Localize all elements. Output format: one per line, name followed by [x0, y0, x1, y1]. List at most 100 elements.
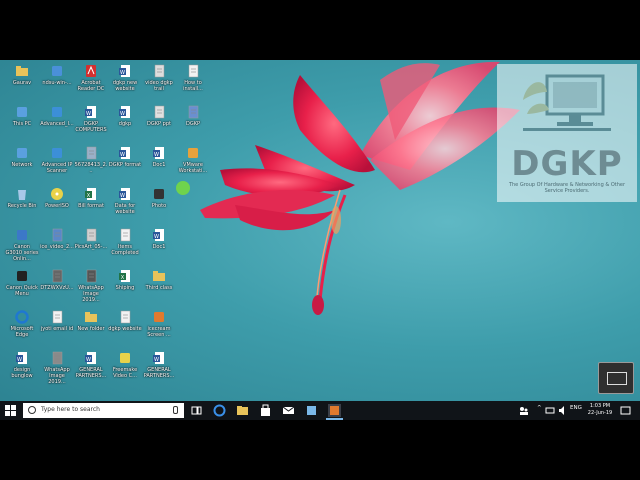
desktop-icon[interactable]: video dgkp trail	[142, 64, 176, 104]
computer-icon	[17, 107, 27, 117]
image-file-icon	[52, 269, 63, 283]
app-taskbar-icon[interactable]	[305, 404, 318, 417]
volume-icon[interactable]	[557, 404, 570, 417]
desktop-icon[interactable]: Recycle Bin	[5, 187, 39, 227]
desktop-icon-label: GENERAL PARTNERS...	[143, 367, 175, 379]
desktop-icon-label: VMware Workstati...	[178, 162, 208, 174]
desktop-icon-label: Microsoft Edge	[10, 326, 34, 338]
desktop-icon[interactable]: Advanced IP Scanner	[40, 146, 74, 186]
desktop-icon[interactable]: Network	[5, 146, 39, 186]
word-doc-icon: W	[153, 147, 164, 159]
network-app-icon	[52, 66, 62, 76]
desktop-icon[interactable]: Photo	[142, 187, 176, 227]
desktop-icon-label: jyoti email id	[40, 326, 74, 332]
language-indicator[interactable]: ENG	[570, 405, 582, 411]
desktop-icon[interactable]: PowerISO	[40, 187, 74, 227]
desktop-icon-label: Recycle Bin	[7, 203, 37, 209]
desktop-icon[interactable]: Canon G3010 series Onlin...	[5, 228, 39, 268]
svg-text:W: W	[120, 152, 125, 158]
edge-taskbar-icon[interactable]	[213, 404, 226, 417]
word-doc-icon: W	[16, 352, 27, 364]
desktop-icon[interactable]: W Doc1	[142, 228, 176, 268]
computer-monitor-logo-icon	[523, 74, 611, 131]
desktop-icon-label: Advanced IP Scanner	[41, 162, 73, 174]
desktop-icon-label: 56728413_2...	[74, 162, 108, 174]
image-file-icon	[154, 105, 165, 119]
microphone-icon[interactable]	[173, 406, 178, 414]
notification-center-icon[interactable]	[619, 404, 632, 417]
svg-text:W: W	[120, 70, 125, 76]
taskbar-search-box[interactable]: Type here to search	[23, 403, 184, 418]
desktop-icon-label: GENERAL PARTNERS...	[75, 367, 107, 379]
mail-icon[interactable]	[282, 404, 295, 417]
svg-text:W: W	[154, 152, 159, 158]
on-screen-keyboard-button[interactable]	[598, 362, 634, 394]
desktop-icon[interactable]: 56728413_2...	[74, 146, 108, 186]
desktop-icon[interactable]: Wdgkp new website	[108, 64, 142, 104]
desktop-icon[interactable]: WhatsApp Image 2019...	[40, 351, 74, 391]
store-icon[interactable]	[259, 404, 272, 417]
desktop-icon-label: dgkp	[118, 121, 132, 127]
windows-start-icon[interactable]	[5, 405, 16, 416]
icecream-recorder-taskbar-icon[interactable]	[328, 404, 341, 417]
desktop-icon[interactable]: PicsArt_05-...	[74, 228, 108, 268]
keyboard-icon	[607, 372, 627, 385]
desktop-icon[interactable]: W Data for website	[108, 187, 142, 227]
desktop-icon[interactable]: W DGKP COMPUTERS	[74, 105, 108, 145]
people-icon[interactable]	[517, 404, 530, 417]
desktop-icon[interactable]: W GENERAL PARTNERS...	[142, 351, 176, 391]
desktop-icon[interactable]: Acrobat Reader DC	[74, 64, 108, 104]
desktop-icon-label: PowerISO	[45, 203, 69, 209]
desktop-icon[interactable]: DTZWXVzU...	[40, 269, 74, 309]
desktop-icon[interactable]: WhatsApp Image 2019...	[74, 269, 108, 309]
taskbar-clock[interactable]: 1:03 PM 22-Jun-19	[586, 403, 614, 417]
word-doc-icon: W	[119, 106, 130, 118]
desktop-icon[interactable]: Microsoft Edge	[5, 310, 39, 350]
desktop-icon-label: Bill format	[78, 203, 104, 209]
desktop-icon[interactable]: Canon Quick Menu	[5, 269, 39, 309]
desktop-icon[interactable]: W DGKP format	[108, 146, 142, 186]
desktop-icon[interactable]: DGKP	[176, 105, 210, 145]
svg-text:W: W	[86, 111, 91, 117]
desktop-icon-label: This PC	[12, 121, 32, 127]
desktop-icon[interactable]: dgkp website	[108, 310, 142, 350]
network-tray-icon[interactable]	[544, 404, 557, 417]
svg-text:W: W	[154, 357, 159, 363]
desktop-icon[interactable]: Gaurav	[5, 64, 39, 104]
cursor-highlight	[176, 181, 190, 195]
svg-text:W: W	[120, 111, 125, 117]
clock-time: 1:03 PM	[589, 403, 611, 409]
desktop-icon[interactable]: ice_video_2...	[40, 228, 74, 268]
desktop-icon-label: Doc1	[152, 244, 166, 250]
desktop-icon-label: New folder	[77, 326, 105, 332]
desktop-icon-label: Doc1	[152, 162, 166, 168]
desktop-icon[interactable]: W Doc1	[142, 146, 176, 186]
desktop-icon[interactable]: W GENERAL PARTNERS...	[74, 351, 108, 391]
svg-text:X: X	[121, 275, 125, 281]
desktop-icon[interactable]: ndsu-win-...	[40, 64, 74, 104]
desktop-icon[interactable]: jyoti email id	[40, 310, 74, 350]
desktop-icon[interactable]: icecream Screen ...	[142, 310, 176, 350]
desktop-icon-label: Items Completed	[111, 244, 139, 256]
desktop-icon[interactable]: Items Completed	[108, 228, 142, 268]
desktop-icon[interactable]: Wdgkp	[108, 105, 142, 145]
search-placeholder: Type here to search	[41, 406, 100, 413]
desktop-icon[interactable]: How to install...	[176, 64, 210, 104]
file-explorer-icon[interactable]	[236, 404, 249, 417]
desktop-icon[interactable]: New folder	[74, 310, 108, 350]
desktop-icon[interactable]: This PC	[5, 105, 39, 145]
word-doc-icon: W	[85, 352, 96, 364]
user-folder-icon	[16, 66, 28, 76]
desktop-icon[interactable]: DGKP ppt	[142, 105, 176, 145]
desktop-icon[interactable]: Freemake Video C...	[108, 351, 142, 391]
desktop-icon[interactable]: Third class	[142, 269, 176, 309]
chevron-up-icon[interactable]: ^	[537, 405, 542, 411]
desktop-icon[interactable]: Advanced_I...	[40, 105, 74, 145]
desktop[interactable]: DGKP The Group Of Hardware & Networking …	[0, 60, 640, 420]
desktop-icon[interactable]: Wdesign bunglow	[5, 351, 39, 391]
desktop-icon[interactable]: VMware Workstati...	[176, 146, 210, 186]
desktop-icon[interactable]: X Shiping	[108, 269, 142, 309]
desktop-icon-label: DGKP	[185, 121, 201, 127]
task-view-icon[interactable]	[190, 404, 203, 417]
desktop-icon[interactable]: X Bill format	[74, 187, 108, 227]
